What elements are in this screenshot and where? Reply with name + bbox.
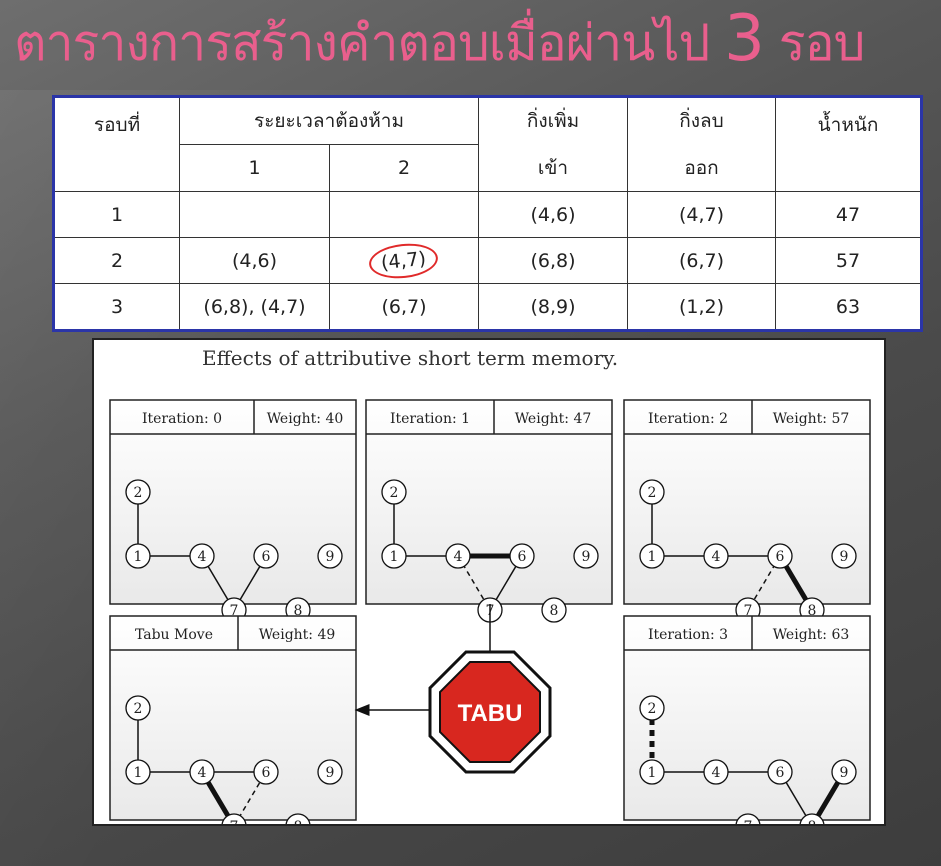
- figure-diagram: Iteration: 0 Weight: 40124 67 89Iteration: …: [109, 399, 871, 824]
- panel-frame: [109, 399, 357, 605]
- graph-node-label: 1: [390, 549, 399, 565]
- header-add-line2: เข้า: [478, 144, 628, 192]
- graph-panel: Iteration: 0 Weight: 40124 67 89: [109, 399, 357, 623]
- graph-node-label: 6: [262, 549, 271, 565]
- graph-node-label: 4: [454, 549, 463, 565]
- cell-weight: 47: [775, 191, 922, 238]
- graph-node-label: 9: [840, 549, 849, 565]
- graph-node-label: 9: [326, 549, 335, 565]
- graph-node-label: 1: [134, 549, 143, 565]
- title-text: ตารางการสร้างคำตอบเมื่อผ่านไป: [14, 14, 710, 72]
- panel-iteration-label: Iteration: 0: [142, 411, 222, 427]
- graph-node-label: 2: [648, 485, 657, 501]
- panel-weight-label: Weight: 47: [515, 411, 592, 427]
- graph-node-label: 1: [648, 549, 657, 565]
- graph-node-label: 4: [198, 765, 207, 781]
- header-add: กิ่งเพิ่ม: [478, 96, 628, 145]
- panel-weight-label: Weight: 63: [773, 627, 850, 643]
- panel-iteration-label: Iteration: 3: [648, 627, 728, 643]
- graph-node-label: 4: [712, 765, 721, 781]
- cell-add: (4,6): [478, 191, 628, 238]
- graph-node-label: 4: [712, 549, 721, 565]
- cell-tabu-2: [329, 191, 479, 238]
- graph-node-label: 9: [582, 549, 591, 565]
- graph-node-label: 4: [198, 549, 207, 565]
- graph-node-label: 2: [134, 701, 143, 717]
- cell-remove: (6,7): [627, 237, 776, 284]
- table-header-row: รอบที่ ระยะเวลาต้องห้าม กิ่งเพิ่ม กิ่งลบ…: [53, 96, 922, 192]
- graph-node-label: 8: [294, 819, 303, 824]
- graph-node-label: 1: [648, 765, 657, 781]
- cell-round: 1: [53, 191, 180, 238]
- tabu-stop-sign: TABU: [428, 650, 552, 774]
- table-row: 3 (6,8), (4,7) (6,7) (8,9) (1,2) 63: [53, 283, 922, 331]
- graph-node-label: 1: [134, 765, 143, 781]
- cell-tabu-1: (4,6): [179, 237, 330, 284]
- panel-iteration-label: Iteration: 1: [390, 411, 470, 427]
- graph-panel: Iteration: 2 Weight: 57124 67 89: [623, 399, 871, 623]
- graph-node-label: 2: [390, 485, 399, 501]
- header-sub-1: 1: [179, 144, 330, 192]
- cell-add: (6,8): [478, 237, 628, 284]
- header-remove-line2: ออก: [627, 144, 776, 192]
- stop-sign-label: TABU: [458, 700, 523, 727]
- cell-tabu-1: (6,8), (4,7): [179, 283, 330, 331]
- graph-node-label: 9: [840, 765, 849, 781]
- graph-node-label: 2: [648, 701, 657, 717]
- header-sub-2: 2: [329, 144, 479, 192]
- cell-weight: 57: [775, 237, 922, 284]
- circled-annotation: (4,7): [367, 239, 441, 282]
- cell-round: 3: [53, 283, 180, 331]
- panel-frame: [623, 399, 871, 605]
- graph-node-label: 9: [326, 765, 335, 781]
- graph-node-label: 7: [230, 819, 239, 824]
- graph-panel: Iteration: 1Weight: 471246789: [365, 399, 613, 623]
- panel-weight-label: Weight: 49: [259, 627, 336, 643]
- cell-remove: (1,2): [627, 283, 776, 331]
- graph-node-label: 6: [518, 549, 527, 565]
- header-round: รอบที่: [53, 96, 180, 192]
- panel-frame: [109, 615, 357, 821]
- title-number: 3: [724, 2, 765, 76]
- graph-node-label: 6: [776, 549, 785, 565]
- graph-node-label: 6: [262, 765, 271, 781]
- graph-node-label: 8: [808, 819, 817, 824]
- title-suffix: รอบ: [778, 14, 866, 72]
- cell-round: 2: [53, 237, 180, 284]
- graph-panel: Iteration: 3 Weight: 63 1 2 4 6 7 8 9: [623, 615, 871, 824]
- cell-add: (8,9): [478, 283, 628, 331]
- cell-weight: 63: [775, 283, 922, 331]
- cell-tabu-2: (4,7): [329, 237, 479, 284]
- panel-weight-label: Weight: 57: [773, 411, 850, 427]
- header-tabu-period: ระยะเวลาต้องห้าม: [179, 96, 479, 145]
- cell-tabu-1: [179, 191, 330, 238]
- tabu-figure: Effects of attributive short term memory…: [92, 338, 886, 826]
- panel-iteration-label: Iteration: 2: [648, 411, 728, 427]
- panel-iteration-label: Tabu Move: [135, 627, 213, 643]
- table-row: 2 (4,6) (4,7) (6,8) (6,7) 57: [53, 237, 922, 284]
- graph-node-label: 6: [776, 765, 785, 781]
- panel-weight-label: Weight: 40: [267, 411, 344, 427]
- slide-title: ตารางการสร้างคำตอบเมื่อผ่านไป 3 รอบ: [14, 0, 934, 80]
- header-remove: กิ่งลบ: [627, 96, 776, 145]
- tabu-table: รอบที่ ระยะเวลาต้องห้าม กิ่งเพิ่ม กิ่งลบ…: [52, 95, 923, 332]
- header-weight: น้ำหนัก: [775, 96, 922, 192]
- graph-node-label: 8: [550, 603, 559, 619]
- table-row: 1 (4,6) (4,7) 47: [53, 191, 922, 238]
- graph-node-label: 7: [744, 819, 753, 824]
- graph-panel: Tabu Move Weight: 49 1 2 4 6 7 8 9: [109, 615, 357, 824]
- panel-frame: [365, 399, 613, 605]
- cell-tabu-2: (6,7): [329, 283, 479, 331]
- graph-node-label: 2: [134, 485, 143, 501]
- cell-remove: (4,7): [627, 191, 776, 238]
